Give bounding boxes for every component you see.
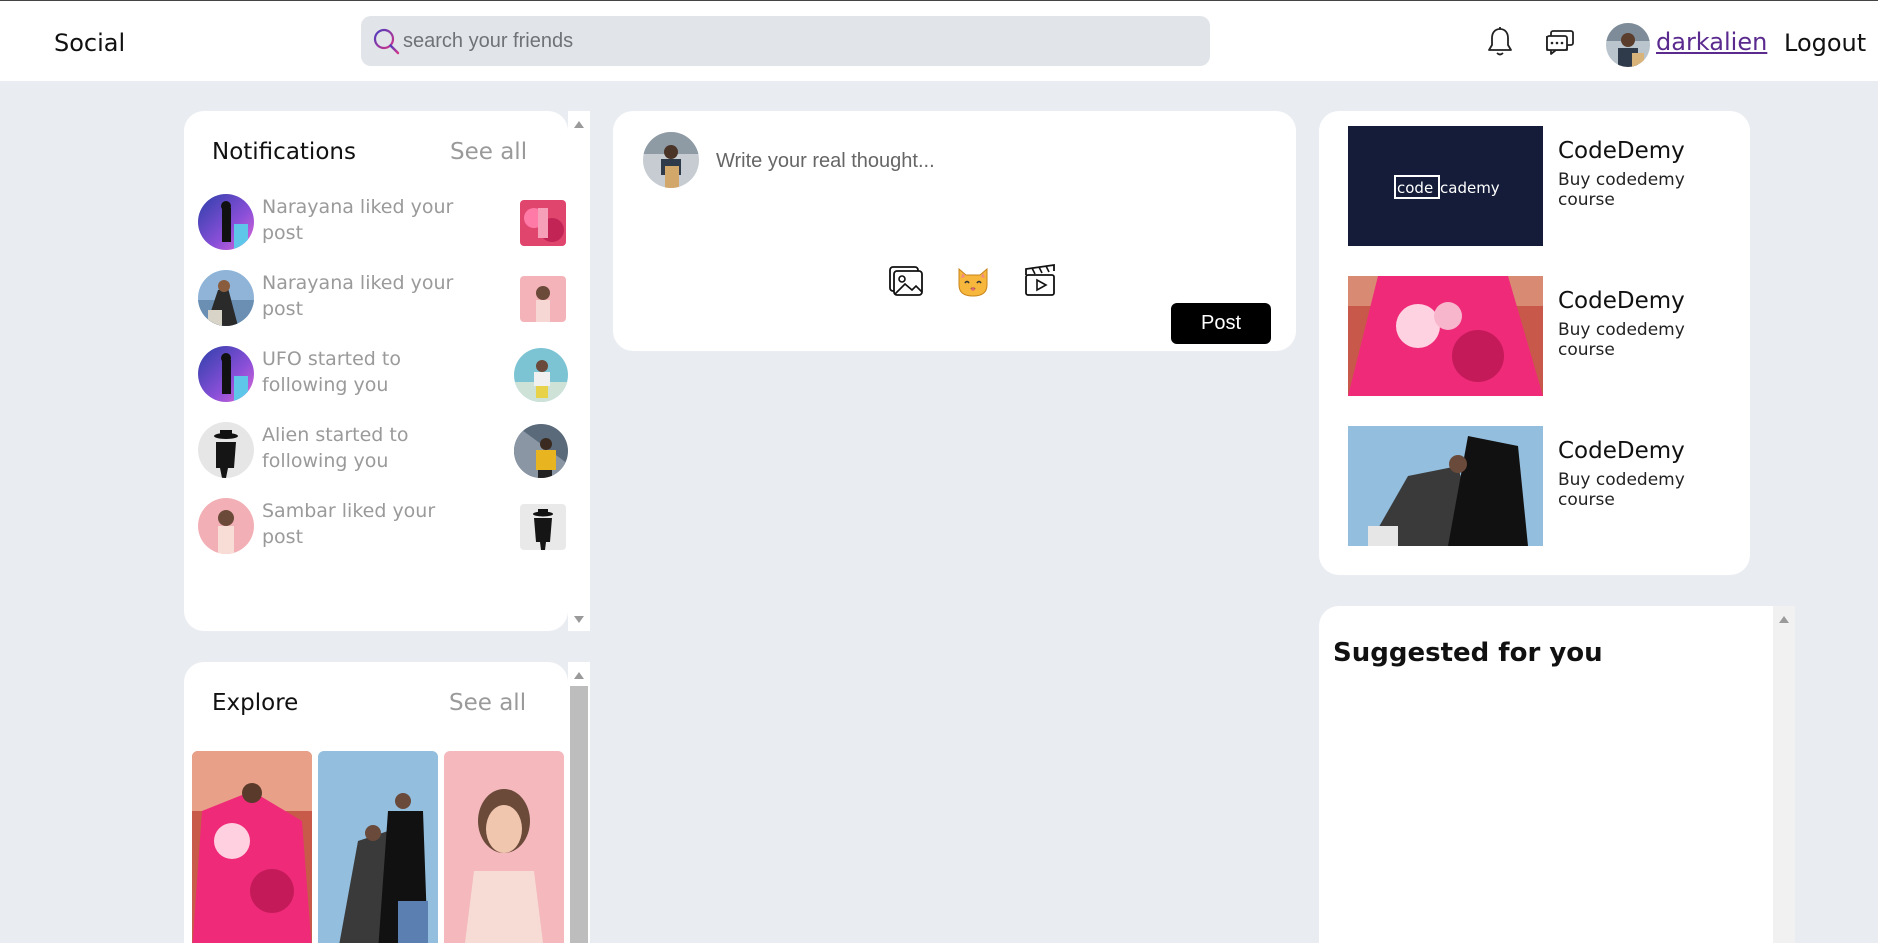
notification-item[interactable]: Narayana liked your post: [198, 268, 566, 326]
notifications-card: Notifications See all Narayana liked you…: [184, 111, 568, 631]
ad-title: CodeDemy: [1558, 438, 1685, 464]
ad-image[interactable]: [1348, 276, 1543, 396]
explore-image[interactable]: [318, 751, 438, 943]
navbar: Social darkalien: [0, 1, 1878, 81]
scroll-up-arrow-icon[interactable]: [574, 672, 584, 679]
scroll-down-arrow-icon[interactable]: [574, 616, 584, 623]
suggested-card: Suggested for you: [1319, 606, 1773, 943]
explore-see-all[interactable]: See all: [449, 690, 526, 716]
explore-image[interactable]: [444, 751, 564, 943]
ad-image[interactable]: [1348, 426, 1543, 546]
notification-user-thumbnail[interactable]: [514, 348, 568, 402]
ad-logo-text-b: cademy: [1440, 179, 1500, 197]
post-button[interactable]: Post: [1171, 303, 1271, 344]
logout-button[interactable]: Logout: [1784, 29, 1866, 57]
notification-avatar: [198, 498, 254, 554]
scroll-up-arrow-icon[interactable]: [1779, 616, 1789, 623]
ad-title: CodeDemy: [1558, 288, 1685, 314]
clapperboard-icon[interactable]: [1021, 261, 1059, 299]
ad-item[interactable]: CodeDemy Buy codedemy course: [1348, 276, 1738, 396]
composer-avatar: [643, 132, 699, 188]
search-icon: [373, 28, 400, 55]
notification-avatar: [198, 194, 254, 250]
ad-subtitle: Buy codedemy course: [1558, 170, 1685, 210]
notification-post-thumbnail[interactable]: [520, 200, 566, 246]
notification-post-thumbnail[interactable]: [520, 504, 566, 550]
notification-text: UFO started to following you: [262, 348, 401, 396]
scroll-up-arrow-icon[interactable]: [574, 121, 584, 128]
notification-item[interactable]: Alien started to following you: [198, 420, 568, 478]
notification-text: Sambar liked your post: [262, 500, 436, 548]
scrollbar-thumb[interactable]: [570, 686, 588, 943]
notification-item[interactable]: Narayana liked your post: [198, 192, 566, 250]
ads-card: code cademy CodeDemy Buy codedemy course…: [1319, 111, 1750, 575]
notification-text: Alien started to following you: [262, 424, 409, 472]
bell-icon[interactable]: [1483, 25, 1517, 59]
notification-text: Narayana liked your post: [262, 272, 454, 320]
notifications-see-all[interactable]: See all: [450, 139, 527, 165]
notification-avatar: [198, 422, 254, 478]
ad-subtitle: Buy codedemy course: [1558, 320, 1685, 360]
ad-subtitle: Buy codedemy course: [1558, 470, 1685, 510]
notifications-title: Notifications: [212, 139, 356, 165]
ad-item[interactable]: code cademy CodeDemy Buy codedemy course: [1348, 126, 1738, 246]
explore-scrollbar[interactable]: [568, 662, 590, 943]
suggested-scrollbar[interactable]: [1773, 606, 1795, 943]
username-link[interactable]: darkalien: [1656, 28, 1767, 56]
notification-user-thumbnail[interactable]: [514, 424, 568, 478]
notification-item[interactable]: Sambar liked your post: [198, 496, 566, 554]
brand-logo[interactable]: Social: [54, 29, 125, 57]
ad-title: CodeDemy: [1558, 138, 1685, 164]
explore-card: Explore See all: [184, 662, 568, 943]
notification-text: Narayana liked your post: [262, 196, 454, 244]
photos-icon[interactable]: [888, 261, 926, 299]
notifications-scrollbar[interactable]: [568, 111, 590, 631]
user-avatar[interactable]: [1606, 23, 1650, 67]
notification-avatar: [198, 270, 254, 326]
ad-image[interactable]: code cademy: [1348, 126, 1543, 246]
notification-post-thumbnail[interactable]: [520, 276, 566, 322]
post-text-input[interactable]: [716, 146, 1256, 176]
explore-title: Explore: [212, 690, 299, 716]
ad-item[interactable]: CodeDemy Buy codedemy course: [1348, 426, 1738, 546]
post-composer: Post: [613, 111, 1296, 351]
explore-image[interactable]: [192, 751, 312, 943]
search-bar[interactable]: [361, 16, 1210, 66]
ad-logo-text-a: code: [1397, 179, 1433, 197]
cat-emoji-icon[interactable]: [954, 261, 992, 299]
search-input[interactable]: [403, 16, 1183, 66]
suggested-title: Suggested for you: [1333, 638, 1603, 668]
notification-avatar: [198, 346, 254, 402]
notification-item[interactable]: UFO started to following you: [198, 344, 568, 402]
chat-icon[interactable]: [1543, 25, 1577, 59]
